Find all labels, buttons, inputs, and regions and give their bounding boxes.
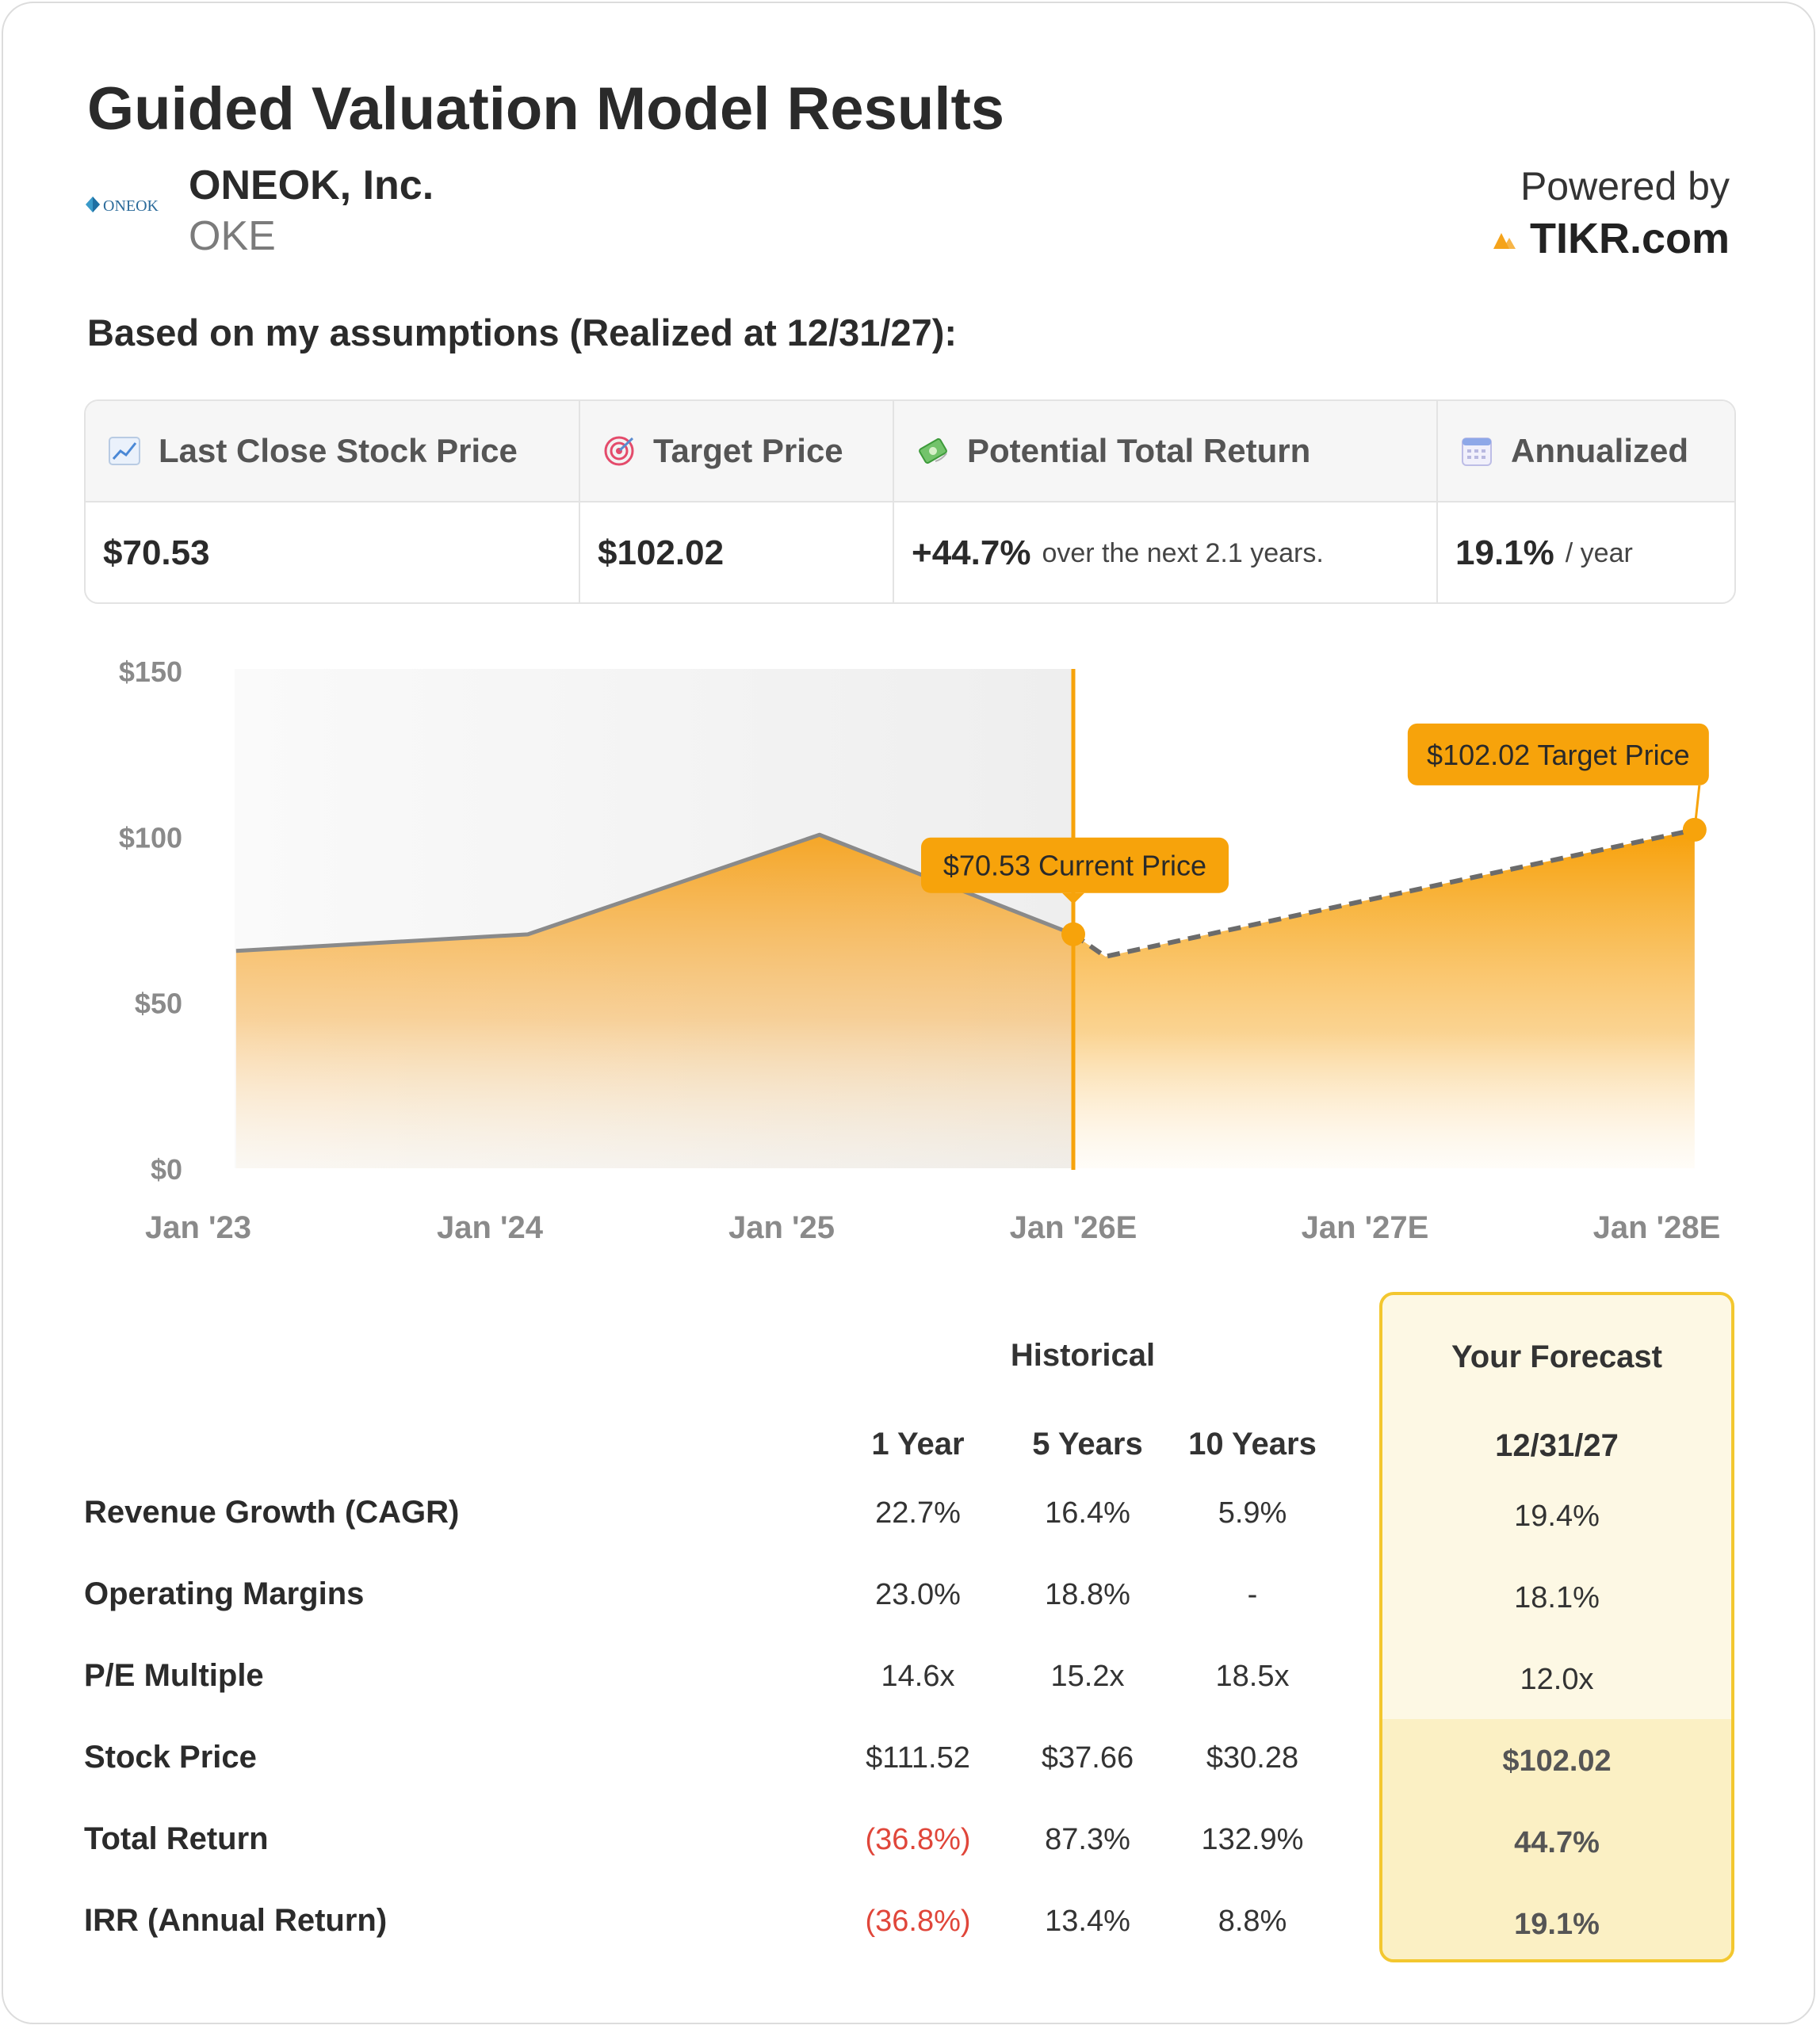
tikr-logo-icon: [1493, 233, 1516, 249]
target-cell: $102.02: [580, 502, 893, 602]
x-axis-tick-label: Jan '23: [145, 1210, 251, 1245]
company-logo-text: ONEOK: [103, 197, 159, 215]
metric-forecast-value: $102.02: [1502, 1744, 1612, 1778]
annualized-value: 19.1%: [1455, 533, 1554, 572]
metric-historical-value: $37.66: [1041, 1741, 1134, 1775]
metric-historical-value: 132.9%: [1201, 1823, 1304, 1856]
total-return-note: over the next 2.1 years.: [1042, 537, 1324, 568]
summary-table: Last Close Stock Price Target Price Pote…: [84, 399, 1736, 604]
metric-historical-value: 87.3%: [1045, 1823, 1130, 1856]
x-axis-tick-label: Jan '27E: [1302, 1210, 1429, 1245]
column-header-1-year: 1 Year: [871, 1427, 965, 1462]
forecast-header: Your Forecast: [1451, 1339, 1662, 1374]
target-price-callout-label: $102.02 Target Price: [1427, 739, 1690, 771]
page-title: Guided Valuation Model Results: [87, 75, 1005, 143]
annualized-note: / year: [1565, 537, 1633, 568]
metric-historical-value: 5.9%: [1218, 1496, 1287, 1530]
metric-row-label: Stock Price: [84, 1740, 257, 1775]
metric-row-label: Total Return: [84, 1821, 269, 1856]
x-axis-tick-label: Jan '26E: [1010, 1210, 1138, 1245]
metric-historical-value: (36.8%): [865, 1905, 971, 1938]
tikr-brand-link[interactable]: TIKR.com: [1492, 217, 1730, 260]
company-name: ONEOK, Inc.: [189, 162, 434, 208]
metric-historical-value: 18.5x: [1215, 1660, 1290, 1693]
metric-row-label: P/E Multiple: [84, 1658, 264, 1693]
metric-row-label: IRR (Annual Return): [84, 1903, 388, 1938]
historical-header: Historical: [1010, 1338, 1156, 1373]
total-return-cell: +44.7% over the next 2.1 years.: [894, 502, 1436, 602]
target-header: Target Price: [580, 401, 894, 501]
column-header-5-years: 5 Years: [1032, 1427, 1143, 1462]
metric-row-label: Operating Margins: [84, 1576, 365, 1611]
current-price-dot: [1061, 922, 1085, 946]
powered-by-label: Powered by: [1520, 164, 1730, 208]
metric-historical-value: 13.4%: [1045, 1905, 1130, 1938]
metric-historical-value: 15.2x: [1050, 1660, 1125, 1693]
metric-historical-value: 16.4%: [1045, 1496, 1130, 1530]
metric-historical-value: 23.0%: [875, 1578, 961, 1611]
target-value: $102.02: [598, 533, 725, 572]
metric-historical-value: $111.52: [866, 1741, 970, 1775]
metric-forecast-value: 19.1%: [1514, 1908, 1600, 1941]
forecast-date: 12/31/27: [1495, 1428, 1619, 1463]
metric-historical-value: 8.8%: [1218, 1905, 1287, 1938]
y-axis-tick-label: $150: [119, 655, 182, 688]
y-axis-tick-label: $50: [135, 988, 182, 1020]
metric-forecast-value: 19.4%: [1514, 1500, 1600, 1533]
annualized-cell: 19.1% / year: [1438, 502, 1734, 602]
last-close-value: $70.53: [103, 533, 210, 572]
metric-forecast-value: 12.0x: [1520, 1663, 1594, 1696]
metric-historical-value: $30.28: [1206, 1741, 1299, 1775]
company-logo: ONEOK: [86, 197, 159, 215]
x-axis-tick-label: Jan '25: [728, 1210, 835, 1245]
target-icon: [604, 436, 634, 466]
last-close-header: Last Close Stock Price: [86, 401, 580, 501]
y-axis-tick-label: $100: [119, 821, 182, 854]
total-return-label: Potential Total Return: [967, 432, 1311, 469]
metric-historical-value: -: [1247, 1578, 1258, 1611]
chart-plot-area: $0 $50 $100 $150 Jan '23 Jan '24 Jan '25 Jan '2…: [119, 655, 1720, 1245]
last-close-cell: $70.53: [86, 502, 579, 602]
column-header-10-years: 10 Years: [1188, 1427, 1317, 1462]
total-return-header: Potential Total Return: [894, 401, 1438, 501]
metric-historical-value: 18.8%: [1045, 1578, 1130, 1611]
price-chart: $0 $50 $100 $150 Jan '23 Jan '24 Jan '25 Jan '2…: [119, 655, 1720, 1245]
metric-forecast-value: 44.7%: [1514, 1826, 1600, 1859]
metric-row-label: Revenue Growth (CAGR): [84, 1495, 460, 1530]
money-with-wings-icon: [919, 438, 947, 464]
chart-increasing-icon: [109, 437, 140, 465]
x-axis-tick-label: Jan '28E: [1593, 1210, 1721, 1245]
target-label: Target Price: [653, 432, 843, 469]
x-axis-tick-label: Jan '24: [437, 1210, 544, 1245]
annualized-label: Annualized: [1511, 432, 1689, 469]
assumptions-subtitle: Based on my assumptions (Realized at 12/…: [87, 311, 958, 353]
forecast-column-panel: [1379, 1292, 1734, 1962]
metric-historical-value: (36.8%): [865, 1823, 971, 1856]
target-price-dot: [1682, 817, 1707, 842]
current-price-callout-label: $70.53 Current Price: [943, 850, 1206, 882]
tikr-brand-text: TIKR.com: [1529, 215, 1730, 262]
metric-historical-value: 22.7%: [875, 1496, 961, 1530]
company-ticker: OKE: [189, 213, 276, 259]
metric-historical-value: 14.6x: [881, 1660, 955, 1693]
metric-forecast-value: 18.1%: [1514, 1581, 1600, 1614]
y-axis-tick-label: $0: [151, 1153, 182, 1186]
last-close-label: Last Close Stock Price: [159, 432, 518, 469]
calendar-icon: [1462, 438, 1492, 466]
total-return-value: +44.7%: [912, 533, 1031, 572]
annualized-header: Annualized: [1438, 401, 1734, 501]
